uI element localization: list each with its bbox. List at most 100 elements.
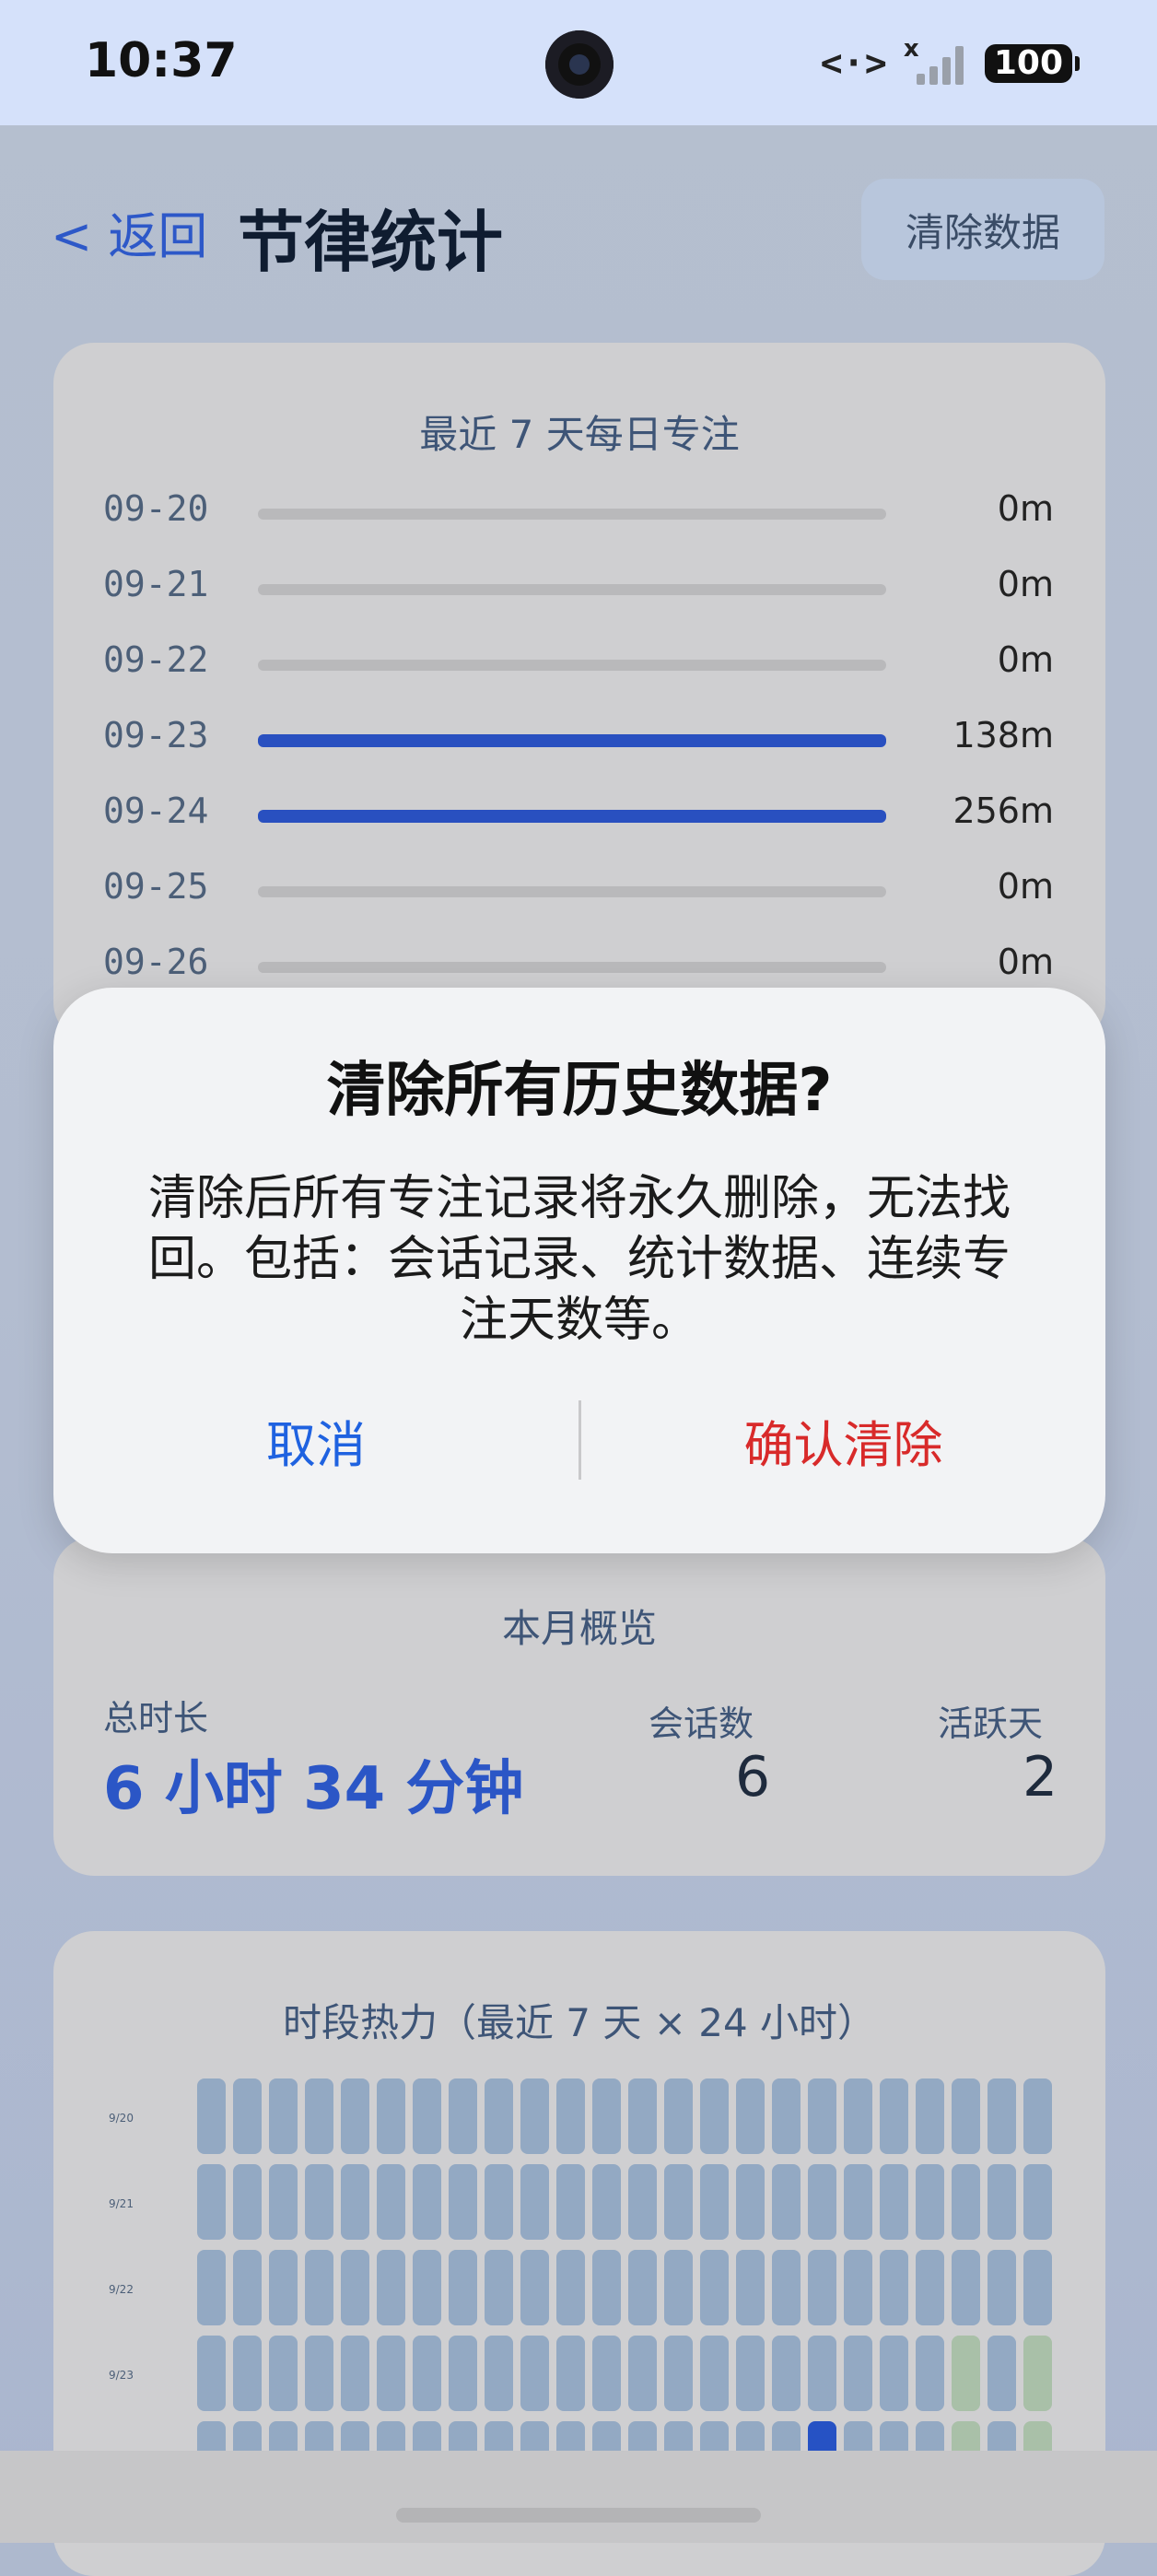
heatmap-cell: [556, 2336, 585, 2411]
heatmap-row-label: 9/22: [109, 2283, 134, 2296]
daily-row-value: 256m: [952, 790, 1054, 831]
daily-row-value: 0m: [997, 866, 1054, 907]
heatmap-cell: [664, 2164, 693, 2240]
no-signal-mark: x: [903, 35, 919, 63]
daily-row: 09-25 0m: [53, 866, 1105, 921]
heatmap-cell: [952, 2250, 980, 2325]
heatmap-cell: [952, 2078, 980, 2154]
heatmap-cell: [988, 2250, 1016, 2325]
heatmap-cell: [269, 2078, 298, 2154]
heatmap-cell: [269, 2164, 298, 2240]
heatmap-cell: [952, 2336, 980, 2411]
heatmap-cell: [413, 2164, 441, 2240]
heatmap-cell: [916, 2250, 944, 2325]
heatmap-cell: [341, 2336, 369, 2411]
heatmap-cell: [556, 2078, 585, 2154]
heatmap-cell: [880, 2078, 908, 2154]
active-days-label: 活跃天: [938, 1704, 1044, 1744]
heatmap-cell: [628, 2164, 657, 2240]
heatmap-cell: [916, 2078, 944, 2154]
heatmap-cell: [233, 2336, 262, 2411]
heatmap-cell: [413, 2078, 441, 2154]
heatmap-cell: [700, 2164, 729, 2240]
status-icons: <·> x 100: [820, 35, 1081, 87]
heatmap-cell: [700, 2078, 729, 2154]
heatmap-cell: [377, 2336, 405, 2411]
heatmap-cell: [844, 2078, 872, 2154]
heatmap-cell: [700, 2250, 729, 2325]
heatmap-cell: [700, 2336, 729, 2411]
heatmap-cell: [844, 2164, 872, 2240]
heatmap-cell: [233, 2078, 262, 2154]
status-bar: 10:37 <·> x 100: [0, 0, 1157, 125]
heatmap-cell: [1023, 2250, 1052, 2325]
heatmap-cell: [197, 2164, 226, 2240]
daily-row-date: 09-23: [103, 715, 209, 755]
heatmap-cell: [520, 2078, 549, 2154]
daily-row-bar: [258, 886, 886, 897]
heatmap-cell: [413, 2250, 441, 2325]
daily-row-bar: [258, 810, 886, 823]
dialog-message: 清除后所有专注记录将永久删除，无法找回。包括：会话记录、统计数据、连续专注天数等…: [147, 1171, 1011, 1348]
heatmap-cell: [449, 2336, 477, 2411]
heatmap-cell: [341, 2164, 369, 2240]
daily-row: 09-23 138m: [53, 715, 1105, 770]
heatmap-cell: [844, 2250, 872, 2325]
clear-data-button[interactable]: 清除数据: [861, 179, 1104, 280]
dialog-confirm-clear-button[interactable]: 确认清除: [581, 1400, 1105, 1480]
heatmap-cell: [269, 2336, 298, 2411]
heatmap-cell: [808, 2250, 836, 2325]
heatmap-cell: [880, 2164, 908, 2240]
back-button[interactable]: < 返回: [51, 195, 207, 268]
heatmap-cell: [520, 2336, 549, 2411]
heatmap-cell: [916, 2336, 944, 2411]
heatmap-cell: [377, 2250, 405, 2325]
heatmap-cell: [808, 2078, 836, 2154]
daily-row-bar: [258, 584, 886, 595]
heatmap-cell: [1023, 2336, 1052, 2411]
heatmap-cell: [628, 2336, 657, 2411]
heatmap-cell: [1023, 2078, 1052, 2154]
heatmap-cell: [520, 2164, 549, 2240]
heatmap-cell: [592, 2078, 621, 2154]
heatmap-cell: [341, 2250, 369, 2325]
heatmap-cell: [880, 2250, 908, 2325]
daily-row-date: 09-22: [103, 639, 209, 680]
heatmap-cell: [664, 2250, 693, 2325]
clear-history-dialog: 清除所有历史数据? 清除后所有专注记录将永久删除，无法找回。包括：会话记录、统计…: [53, 988, 1105, 1553]
heatmap-cell: [808, 2164, 836, 2240]
heatmap-cell: [520, 2250, 549, 2325]
heatmap-title: 时段热力（最近 7 天 × 24 小时）: [282, 2000, 877, 2045]
heatmap-cell: [1023, 2164, 1052, 2240]
heatmap-cell: [952, 2164, 980, 2240]
heatmap-cell: [485, 2078, 513, 2154]
heatmap-cell: [736, 2250, 765, 2325]
heatmap-cell: [197, 2336, 226, 2411]
daily-focus-card: 最近 7 天每日专注 09-20 0m 09-21 0m 09-22 0m 09-23 138…: [53, 343, 1105, 1043]
dialog-cancel-button[interactable]: 取消: [53, 1400, 578, 1480]
heatmap-cell: [485, 2336, 513, 2411]
heatmap-cell: [844, 2336, 872, 2411]
heatmap-cell: [556, 2250, 585, 2325]
heatmap-cell: [485, 2250, 513, 2325]
heatmap-cell: [197, 2078, 226, 2154]
daily-row-date: 09-25: [103, 866, 209, 907]
heatmap-cell: [736, 2078, 765, 2154]
sessions-label: 会话数: [649, 1704, 754, 1744]
battery-icon: 100: [984, 44, 1081, 83]
heatmap-cell: [988, 2164, 1016, 2240]
heatmap-cell: [664, 2078, 693, 2154]
heatmap-cell: [772, 2336, 801, 2411]
heatmap-cell: [449, 2250, 477, 2325]
heatmap-cell: [628, 2078, 657, 2154]
network-transfer-icon: <·>: [820, 42, 887, 85]
daily-row-date: 09-21: [103, 564, 209, 604]
home-indicator[interactable]: [396, 2508, 761, 2523]
daily-row-bar: [258, 962, 886, 973]
daily-row-value: 0m: [997, 639, 1054, 680]
total-duration-label: 总时长: [103, 1698, 209, 1739]
daily-row-value: 0m: [997, 942, 1054, 982]
daily-row: 09-22 0m: [53, 639, 1105, 695]
total-duration-value: 6 小时 34 分钟: [103, 1755, 524, 1823]
heatmap-cell: [377, 2164, 405, 2240]
